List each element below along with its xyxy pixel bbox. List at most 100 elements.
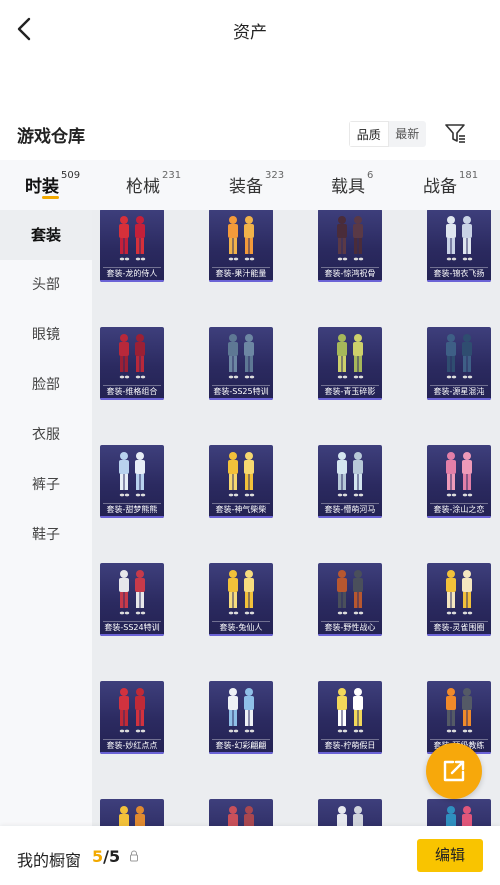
- item-name: 套装-柠萌假日: [324, 741, 376, 750]
- sidebar-item-face[interactable]: 脸部: [0, 360, 92, 410]
- item-card[interactable]: 套装-源星混沌: [427, 327, 491, 400]
- outfit-figure-icon: [446, 334, 473, 379]
- item-name: 套装-懵萌河马: [324, 505, 376, 514]
- tab-label: 战备: [423, 177, 457, 197]
- tab-vehicles[interactable]: 载具6: [331, 170, 374, 197]
- outfit-figure-icon: [119, 570, 146, 615]
- tab-fashion[interactable]: 时装509: [25, 170, 80, 197]
- sidebar-item-clothes[interactable]: 衣服: [0, 410, 92, 460]
- outfit-figure-icon: [446, 570, 473, 615]
- item-thumbnail: [209, 799, 273, 826]
- edit-button[interactable]: 编辑: [417, 839, 483, 872]
- item-card[interactable]: 套装-灵雀围圈: [427, 563, 491, 636]
- active-tab-indicator: [42, 196, 59, 199]
- tab-label: 载具: [331, 177, 365, 197]
- item-card[interactable]: 套装-SS24特训: [100, 563, 164, 636]
- tab-count: 6: [367, 170, 374, 181]
- outfit-figure-icon: [228, 688, 255, 733]
- outfit-figure-icon: [446, 806, 472, 826]
- item-name: 套装-妙红点点: [106, 741, 158, 750]
- showcase-label: 我的橱窗: [17, 851, 82, 870]
- item-card[interactable]: 套装-神气柴柴: [209, 445, 273, 518]
- showcase-total: /5: [103, 847, 121, 866]
- tab-equipment[interactable]: 装备323: [229, 170, 284, 197]
- item-name: 套装-惊鸿祝骨: [324, 269, 376, 278]
- bottom-bar: 我的橱窗 5/5 编辑: [0, 826, 500, 885]
- item-card[interactable]: 套装-幻彩翩翩: [209, 681, 273, 754]
- item-name: 套装-青玉碎影: [324, 387, 376, 396]
- sidebar-item-head[interactable]: 头部: [0, 260, 92, 310]
- outfit-figure-icon: [228, 216, 255, 261]
- item-card[interactable]: 套装-龙的侍人: [100, 210, 164, 282]
- sidebar-item-shoes[interactable]: 鞋子: [0, 510, 92, 560]
- item-card[interactable]: 套装-柠萌假日: [318, 681, 382, 754]
- outfit-figure-icon: [228, 452, 255, 497]
- item-thumbnail: [318, 799, 382, 826]
- outfit-figure-icon: [119, 334, 146, 379]
- sort-by-quality[interactable]: 品质: [349, 121, 389, 147]
- item-card[interactable]: 套装-野性战心: [318, 563, 382, 636]
- outfit-figure-icon: [446, 216, 473, 261]
- item-card[interactable]: [209, 799, 273, 826]
- item-card[interactable]: 套装-兔仙人: [209, 563, 273, 636]
- item-card[interactable]: [427, 799, 491, 826]
- outfit-figure-icon: [446, 688, 473, 733]
- share-button[interactable]: [426, 743, 482, 799]
- item-card[interactable]: 套装-青玉碎影: [318, 327, 382, 400]
- lock-icon: [130, 850, 138, 862]
- item-card[interactable]: 套装-懵萌河马: [318, 445, 382, 518]
- item-name: 套装-野性战心: [324, 623, 376, 632]
- item-name: 套装-涂山之恋: [433, 505, 485, 514]
- item-name: 套装-神气柴柴: [215, 505, 267, 514]
- item-name: 套装-维格组合: [106, 387, 158, 396]
- item-name: 套装-锦衣飞扬: [433, 269, 485, 278]
- tab-count: 181: [459, 170, 479, 181]
- item-card[interactable]: [318, 799, 382, 826]
- tab-guns[interactable]: 枪械231: [126, 170, 181, 197]
- item-card[interactable]: 套装-果汁能量: [209, 210, 273, 282]
- item-card[interactable]: 套装-惊鸿祝骨: [318, 210, 382, 282]
- item-card[interactable]: 套装-甜梦熊熊: [100, 445, 164, 518]
- sort-by-newest[interactable]: 最新: [389, 121, 427, 147]
- tab-label: 装备: [229, 177, 263, 197]
- outfit-figure-icon: [446, 452, 473, 497]
- item-name: 套装-龙的侍人: [106, 269, 158, 278]
- item-name: 套装-源星混沌: [433, 387, 485, 396]
- item-card[interactable]: 套装-妙红点点: [100, 681, 164, 754]
- item-name: 套装-甜梦熊熊: [106, 505, 158, 514]
- tab-combat-supplies[interactable]: 战备181: [423, 170, 479, 197]
- outfit-figure-icon: [337, 688, 364, 733]
- sidebar-item-pants[interactable]: 裤子: [0, 460, 92, 510]
- outfit-figure-icon: [337, 334, 364, 379]
- item-card[interactable]: 套装-SS25特训: [209, 327, 273, 400]
- sidebar-item-sets[interactable]: 套装: [0, 210, 92, 260]
- sidebar-item-glasses[interactable]: 眼镜: [0, 310, 92, 360]
- outfit-figure-icon: [337, 216, 364, 261]
- item-card[interactable]: 套装-维格组合: [100, 327, 164, 400]
- outfit-figure-icon: [119, 216, 146, 261]
- tab-label: 时装: [25, 177, 59, 197]
- item-name: 套装-果汁能量: [215, 269, 267, 278]
- share-external-icon: [443, 760, 465, 782]
- item-thumbnail: [427, 799, 491, 826]
- filter-icon[interactable]: [443, 121, 467, 145]
- item-card[interactable]: 套装-锦衣飞扬: [427, 210, 491, 282]
- outfit-figure-icon: [337, 570, 364, 615]
- outfit-figure-icon: [228, 806, 254, 826]
- item-card[interactable]: [100, 799, 164, 826]
- item-name: 套装-SS25特训: [213, 387, 269, 396]
- top-bar: 资产: [0, 0, 500, 58]
- item-name: 套装-兔仙人: [219, 623, 263, 632]
- outfit-figure-icon: [119, 452, 146, 497]
- sort-toggle: 品质 最新: [349, 121, 426, 147]
- page-title: 资产: [233, 23, 267, 43]
- outfit-figure-icon: [228, 334, 255, 379]
- tab-label: 枪械: [126, 177, 160, 197]
- section-title: 游戏仓库: [17, 127, 85, 147]
- item-card[interactable]: 套装-涂山之恋: [427, 445, 491, 518]
- item-name: 套装-灵雀围圈: [433, 623, 485, 632]
- item-thumbnail: [100, 799, 164, 826]
- outfit-figure-icon: [119, 806, 145, 826]
- item-grid: 套装-龙的侍人 套装-果汁能量 套装-惊鸿祝骨 套装-锦衣飞扬 套装-维格组合 套装-SS…: [92, 210, 500, 826]
- showcase-count: 5/5: [92, 847, 120, 866]
